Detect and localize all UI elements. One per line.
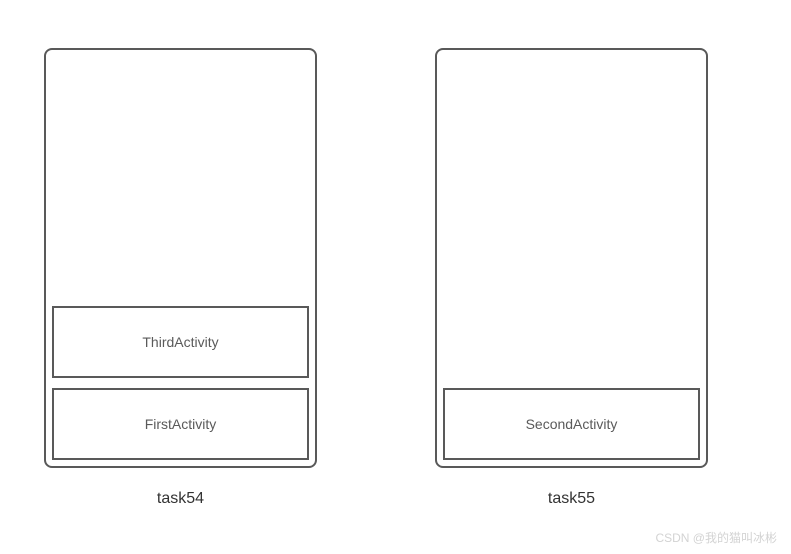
task-group-1: SecondActivity task55 — [435, 48, 708, 508]
activity-label: ThirdActivity — [142, 334, 218, 350]
diagram-container: ThirdActivity FirstActivity task54 Secon… — [0, 0, 791, 508]
task-stack-frame: ThirdActivity FirstActivity — [44, 48, 317, 468]
activity-box: FirstActivity — [52, 388, 309, 460]
activity-label: FirstActivity — [145, 416, 217, 432]
task-label: task54 — [157, 490, 204, 508]
activity-box: ThirdActivity — [52, 306, 309, 378]
activity-box: SecondActivity — [443, 388, 700, 460]
task-label: task55 — [548, 490, 595, 508]
task-stack-frame: SecondActivity — [435, 48, 708, 468]
watermark-text: CSDN @我的猫叫冰彬 — [655, 529, 777, 546]
task-group-0: ThirdActivity FirstActivity task54 — [44, 48, 317, 508]
activity-label: SecondActivity — [526, 416, 618, 432]
